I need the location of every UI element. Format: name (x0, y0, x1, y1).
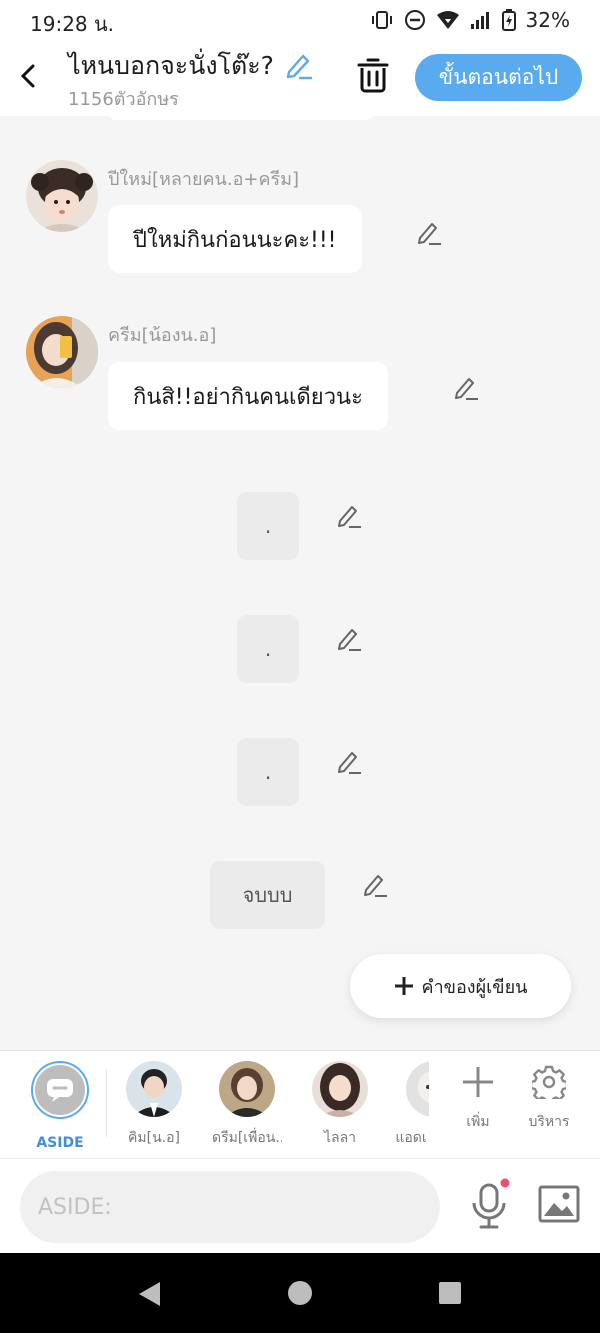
edit-narration-button[interactable] (336, 502, 362, 528)
pencil-icon (338, 752, 361, 774)
gear-icon (529, 1065, 569, 1105)
chat-area[interactable]: ปีใหม่[หลายคน.อ+ครีม] ปีใหม่กินก่อนนะคะ!… (0, 116, 600, 1050)
nav-recents-icon[interactable] (439, 1282, 461, 1304)
manage-characters-button[interactable]: บริหาร (519, 1065, 579, 1133)
character-item[interactable]: ไลลา (305, 1061, 375, 1149)
character-item[interactable]: ดรีม[เพื่อน... (212, 1061, 282, 1149)
character-aside[interactable]: ASIDE (25, 1061, 95, 1151)
edit-message-button[interactable] (416, 219, 442, 245)
system-nav-bar (0, 1253, 600, 1333)
avatar[interactable] (26, 160, 98, 232)
status-bar: 19:28 น. 32% (0, 0, 600, 40)
pencil-icon (338, 629, 361, 651)
plus-icon (394, 977, 413, 995)
edit-narration-button[interactable] (362, 871, 388, 897)
avatar[interactable] (26, 316, 98, 388)
avatar (126, 1061, 182, 1117)
trash-icon (357, 58, 389, 93)
pencil-icon (286, 54, 312, 80)
character-label: ดรีม[เพื่อน... (212, 1130, 282, 1146)
nav-home-icon[interactable] (288, 1281, 312, 1305)
chevron-left-icon (20, 64, 35, 88)
edit-narration-button[interactable] (336, 748, 362, 774)
battery-icon (501, 9, 516, 31)
signal-icon (470, 12, 489, 29)
status-icons: 32% (370, 8, 570, 32)
edit-narration-button[interactable] (336, 625, 362, 651)
vibrate-icon (371, 11, 392, 29)
image-upload-button[interactable] (538, 1185, 580, 1223)
avatar (219, 1061, 275, 1117)
manage-label: บริหาร (528, 1114, 570, 1130)
nav-back-icon[interactable] (136, 1280, 162, 1308)
narration-bubble[interactable]: . (237, 615, 299, 683)
voice-input-button[interactable] (468, 1177, 512, 1233)
add-label: เพิ่ม (466, 1114, 490, 1130)
status-time: 19:28 น. (30, 12, 115, 36)
speaker-name: ปีใหม่[หลายคน.อ+ครีม] (108, 169, 300, 190)
dnd-icon (404, 10, 425, 30)
author-note-button[interactable]: คำของผู้เขียน (350, 954, 571, 1018)
message-bubble[interactable]: กินสิ!!อย่ากินคนเดียวนะ (108, 362, 388, 430)
previous-message-bubble[interactable] (108, 116, 374, 120)
chat-bubble-icon (47, 1079, 73, 1102)
character-count: 1156ตัวอักษร (68, 89, 179, 110)
title-edit-button[interactable] (284, 50, 314, 80)
header: ไหนบอกจะนั่งโต๊ะ? 1156ตัวอักษร ขั้นตอนต่… (0, 40, 600, 116)
divider (106, 1069, 107, 1137)
battery-percent: 32% (525, 8, 570, 32)
author-note-label: คำของผู้เขียน (421, 976, 528, 998)
character-label: คิม[น.อ] (128, 1130, 180, 1146)
avatar (406, 1061, 429, 1117)
character-bar: ASIDE คิม[น.อ] ดรีม[เพื่อน... ไลลา แอดเ … (0, 1050, 600, 1158)
pencil-icon (418, 223, 441, 245)
pencil-icon (364, 875, 387, 897)
speaker-name: ครีม[น้องน.อ] (108, 325, 217, 346)
delete-button[interactable] (356, 56, 390, 94)
character-label: ไลลา (323, 1130, 357, 1146)
narration-bubble[interactable]: จบบบ (210, 861, 325, 929)
character-label: แอดเ (395, 1130, 427, 1146)
edit-message-button[interactable] (453, 374, 479, 400)
next-step-button[interactable]: ขั้นตอนต่อไป (415, 54, 582, 101)
notification-dot (500, 1178, 510, 1188)
add-character-button[interactable]: เพิ่ม (448, 1065, 508, 1133)
narration-bubble[interactable]: . (237, 738, 299, 806)
plus-icon (463, 1067, 493, 1097)
image-icon (538, 1185, 580, 1223)
character-item[interactable]: คิม[น.อ] (119, 1061, 189, 1149)
aside-avatar (31, 1061, 89, 1119)
message-bubble[interactable]: ปีใหม่กินก่อนนะคะ!!! (108, 205, 362, 273)
wifi-icon (436, 11, 459, 29)
microphone-icon (472, 1178, 510, 1229)
avatar (312, 1061, 368, 1117)
page-title: ไหนบอกจะนั่งโต๊ะ? (68, 51, 274, 80)
character-label: ASIDE (36, 1135, 84, 1151)
message-input[interactable] (20, 1171, 440, 1243)
character-item[interactable]: แอดเ (393, 1061, 429, 1149)
pencil-icon (338, 506, 361, 528)
input-bar (0, 1158, 600, 1253)
narration-bubble[interactable]: . (237, 492, 299, 560)
pencil-icon (455, 378, 478, 400)
back-button[interactable] (14, 56, 42, 96)
